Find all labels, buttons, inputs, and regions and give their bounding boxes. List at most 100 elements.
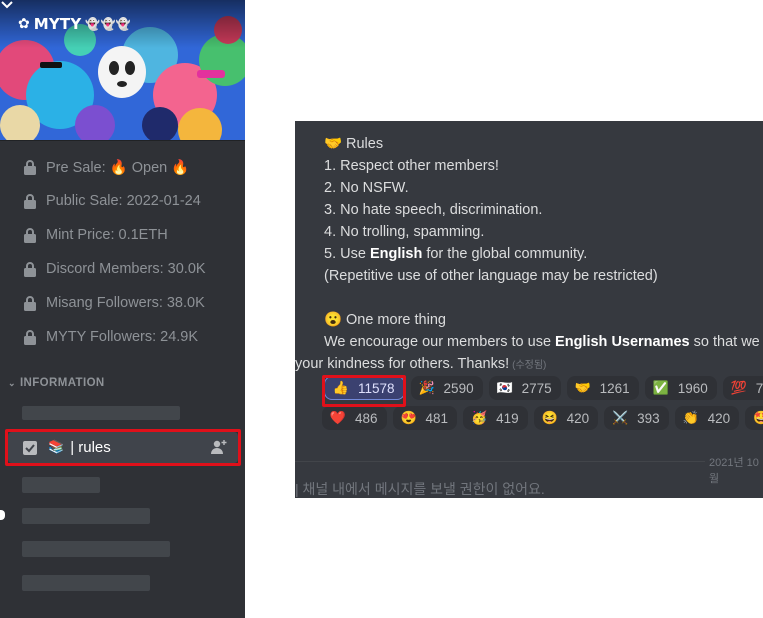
reaction-count: 420 xyxy=(566,410,590,426)
channel-label: Misang Followers: 38.0K xyxy=(46,295,205,311)
reaction-swords[interactable]: ⚔️ 393 xyxy=(604,406,669,430)
lock-icon xyxy=(24,330,36,345)
thanks-line: your kindness for others. Thanks! (수정됨) xyxy=(295,353,763,375)
channel-label: Pre Sale: 🔥 Open 🔥 xyxy=(46,159,190,176)
reaction-star-struck[interactable]: 🤩4 xyxy=(745,406,763,430)
blurred-channel[interactable] xyxy=(22,508,150,524)
rule-line: 4. No trolling, spamming. xyxy=(324,224,485,240)
reaction-count: 419 xyxy=(496,410,519,426)
reaction-party[interactable]: 🎉 2590 xyxy=(410,376,483,400)
rule-text: for the global community. xyxy=(422,246,588,262)
handshake-icon: 🤝 xyxy=(574,380,591,395)
edited-label: (수정됨) xyxy=(512,360,547,371)
reaction-korea-flag[interactable]: 🇰🇷 2775 xyxy=(488,376,561,400)
blurred-channel[interactable] xyxy=(22,406,180,420)
server-name-emojis: 👻👻👻 xyxy=(85,17,131,31)
channel-item[interactable]: Public Sale: 2022-01-24 xyxy=(0,184,245,218)
reaction-hundred[interactable]: 💯 774 xyxy=(722,376,763,400)
channel-label: MYTY Followers: 24.9K xyxy=(46,329,199,345)
server-header[interactable]: ✿ MYTY 👻👻👻 xyxy=(0,0,245,48)
no-permission-notice: | 채널 내에서 메시지를 보낼 권한이 없어요. xyxy=(295,481,545,497)
star-struck-icon: 🤩 xyxy=(753,410,763,425)
heading-text: Rules xyxy=(346,136,384,152)
message-panel: 🤝 Rules 1. Respect other members! 2. No N… xyxy=(295,121,763,498)
lock-icon xyxy=(24,194,36,209)
reaction-count: 486 xyxy=(355,410,378,426)
reaction-handshake[interactable]: 🤝 1261 xyxy=(566,376,639,400)
reaction-count: 2775 xyxy=(521,380,552,396)
verified-badge-icon: ✿ xyxy=(18,16,30,32)
reaction-count: 481 xyxy=(425,410,449,426)
reaction-partying-face[interactable]: 🥳 419 xyxy=(463,406,528,430)
rules-message: 🤝 Rules 1. Respect other members! 2. No N… xyxy=(295,133,763,375)
category-information[interactable]: ⌄ INFORMATION xyxy=(8,377,105,389)
locked-channel-list: Pre Sale: 🔥 Open 🔥 Public Sale: 2022-01-… xyxy=(0,150,245,354)
unread-indicator xyxy=(0,510,5,520)
rules-heading: 🤝 Rules xyxy=(324,133,763,155)
reaction-count: 774 xyxy=(755,380,763,396)
lock-icon xyxy=(24,228,36,243)
reaction-check[interactable]: ✅ 1960 xyxy=(644,376,717,400)
channel-item[interactable]: Pre Sale: 🔥 Open 🔥 xyxy=(0,150,245,184)
body-text: your kindness for others. Thanks! xyxy=(295,356,510,372)
heading-text: One more thing xyxy=(346,312,446,328)
clapping-hands-icon: 👏 xyxy=(682,410,699,425)
surprised-face-icon: 😮 xyxy=(324,312,343,328)
reaction-count: 1261 xyxy=(599,380,630,396)
hundred-points-icon: 💯 xyxy=(730,380,747,395)
chevron-down-icon[interactable] xyxy=(0,0,14,10)
blurred-channel[interactable] xyxy=(22,541,170,557)
laughing-face-icon: 😆 xyxy=(541,410,558,425)
channel-label: Mint Price: 0.1ETH xyxy=(46,227,168,243)
rule-note: (Repetitive use of other language may be… xyxy=(324,268,658,284)
lock-icon xyxy=(24,296,36,311)
channel-item[interactable]: Misang Followers: 38.0K xyxy=(0,286,245,320)
body-bold: English Usernames xyxy=(555,334,690,350)
reaction-laughing[interactable]: 😆 420 xyxy=(533,406,599,430)
rule-line: 2. No NSFW. xyxy=(324,180,409,196)
rule-text: 5. Use xyxy=(324,246,370,262)
crossed-swords-icon: ⚔️ xyxy=(612,410,629,425)
server-name: MYTY xyxy=(33,15,82,33)
reaction-heart[interactable]: ❤️ 486 xyxy=(322,406,387,430)
partying-face-icon: 🥳 xyxy=(470,410,488,425)
body-text: We encourage our members to use xyxy=(324,334,556,350)
date-divider xyxy=(295,461,763,462)
reaction-heart-eyes[interactable]: 😍 481 xyxy=(392,406,458,430)
rule-line: 5. Use English for the global community. xyxy=(324,243,763,265)
party-popper-icon: 🎉 xyxy=(418,380,435,395)
lock-icon xyxy=(24,160,36,175)
reaction-count: 1960 xyxy=(677,380,708,396)
blurred-channel[interactable] xyxy=(22,575,150,591)
server-banner: ✿ MYTY 👻👻👻 xyxy=(0,0,245,140)
body-text: so that we xyxy=(689,334,760,350)
reaction-row: ❤️ 486 😍 481 🥳 419 😆 420 ⚔️ 393 👏 420 🤩4 xyxy=(322,406,763,430)
korea-flag-icon: 🇰🇷 xyxy=(496,380,513,395)
lock-icon xyxy=(24,262,36,277)
channel-item[interactable]: Discord Members: 30.0K xyxy=(0,252,245,286)
channel-label: Discord Members: 30.0K xyxy=(46,261,206,277)
encourage-line: We encourage our members to use English … xyxy=(324,331,763,353)
reaction-clap[interactable]: 👏 420 xyxy=(674,406,740,430)
check-mark-icon: ✅ xyxy=(652,380,669,395)
heart-icon: ❤️ xyxy=(329,410,347,425)
blurred-channel[interactable] xyxy=(22,477,100,493)
category-label: INFORMATION xyxy=(19,377,105,389)
heart-eyes-icon: 😍 xyxy=(400,410,417,425)
highlight-box xyxy=(322,375,406,407)
rule-line: 1. Respect other members! xyxy=(324,158,499,174)
reaction-count: 2590 xyxy=(443,380,474,396)
channel-label: Public Sale: 2022-01-24 xyxy=(46,193,201,209)
channel-item[interactable]: Mint Price: 0.1ETH xyxy=(0,218,245,252)
rule-bold: English xyxy=(369,246,423,262)
channel-sidebar: ✿ MYTY 👻👻👻 Pre Sale: 🔥 Open 🔥 Public Sal… xyxy=(0,0,245,618)
reaction-count: 393 xyxy=(637,410,660,426)
more-heading: 😮 One more thing xyxy=(324,309,763,331)
highlight-box xyxy=(5,429,241,466)
handshake-icon: 🤝 xyxy=(324,136,343,152)
channel-item[interactable]: MYTY Followers: 24.9K xyxy=(0,320,245,354)
chevron-down-icon: ⌄ xyxy=(8,377,16,388)
rule-line: 3. No hate speech, discrimination. xyxy=(324,202,543,218)
reaction-count: 420 xyxy=(707,410,731,426)
